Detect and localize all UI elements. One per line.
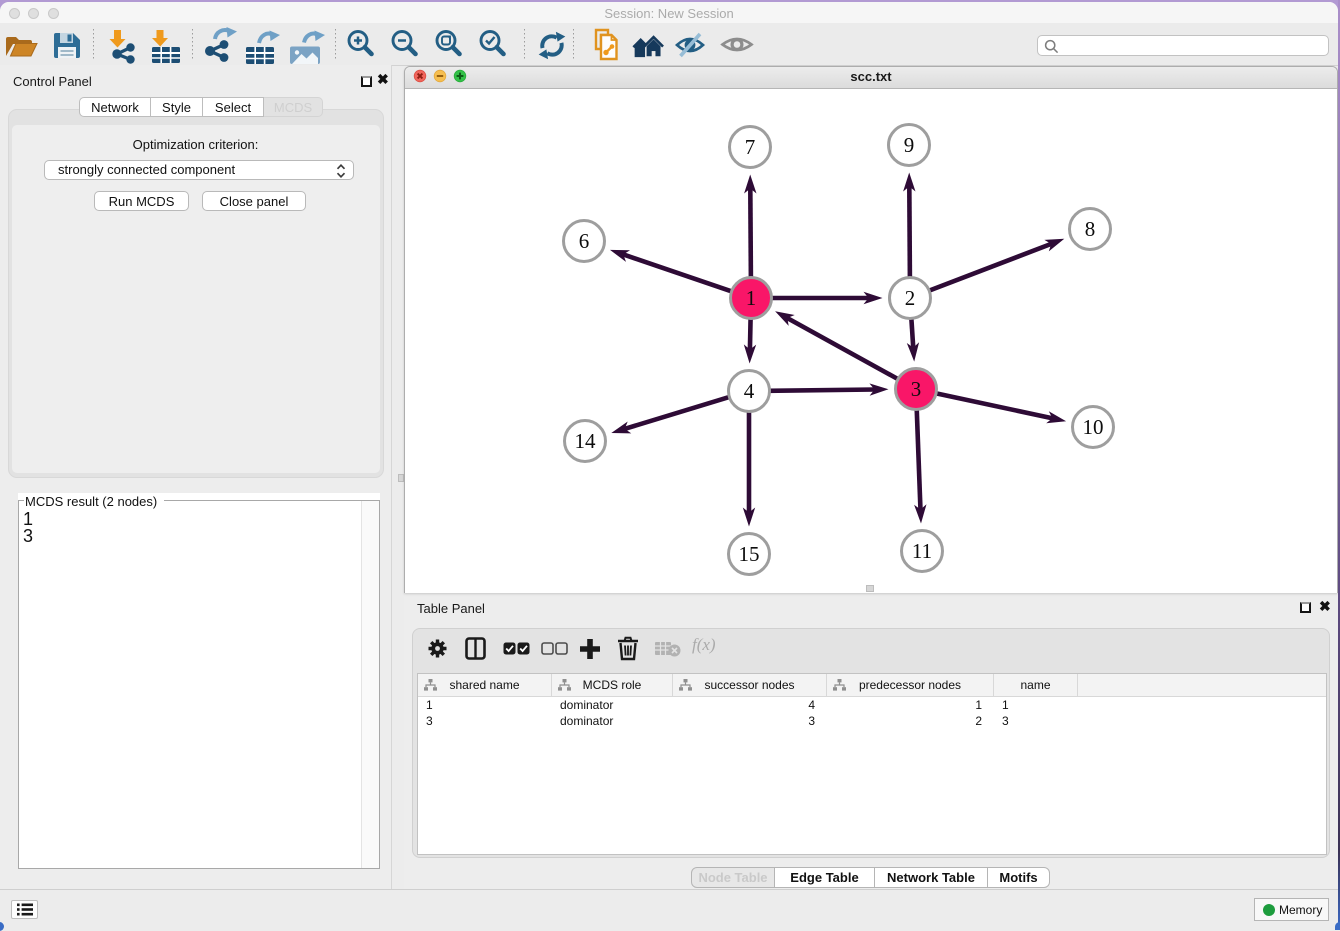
- svg-text:10: 10: [1083, 415, 1104, 439]
- svg-text:11: 11: [912, 539, 932, 563]
- svg-text:7: 7: [745, 135, 756, 159]
- svg-text:1: 1: [746, 286, 757, 310]
- svg-text:2: 2: [905, 286, 916, 310]
- svg-text:8: 8: [1085, 217, 1096, 241]
- svg-text:15: 15: [739, 542, 760, 566]
- svg-text:9: 9: [904, 133, 915, 157]
- svg-text:14: 14: [575, 429, 597, 453]
- svg-text:6: 6: [579, 229, 590, 253]
- svg-text:4: 4: [744, 379, 755, 403]
- svg-text:3: 3: [911, 377, 922, 401]
